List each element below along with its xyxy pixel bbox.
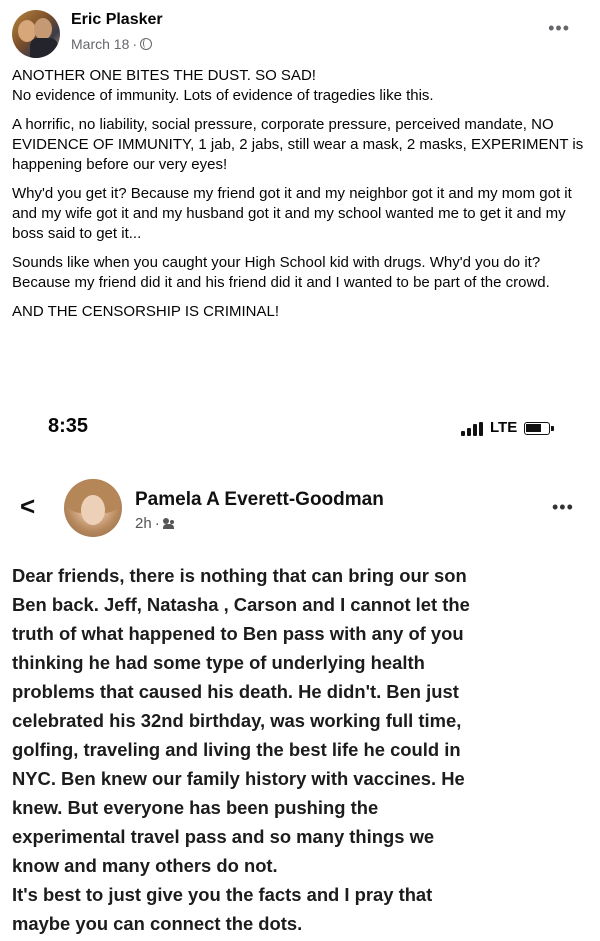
embedded-screenshot[interactable]: 8:35 LTE < Pamela A Everett-Goodman 2h ·… — [0, 393, 600, 941]
inner-more-options-icon: ••• — [552, 497, 574, 517]
friends-icon — [162, 518, 176, 529]
more-options-icon[interactable]: ••• — [548, 18, 570, 39]
post-paragraph: AND THE CENSORSHIP IS CRIMINAL! — [12, 303, 279, 320]
author-name[interactable]: Eric Plasker — [71, 11, 163, 29]
inner-post-line: thinking he had some type of underlying … — [12, 652, 425, 673]
signal-bar — [467, 428, 471, 436]
inner-post-meta: 2h · — [135, 515, 176, 532]
status-bar-indicators: LTE — [461, 419, 555, 436]
signal-bar — [479, 422, 483, 436]
post-paragraph: ANOTHER ONE BITES THE DUST. SO SAD! No e… — [12, 67, 434, 104]
network-label: LTE — [490, 419, 518, 436]
author-avatar[interactable] — [12, 10, 60, 58]
inner-post-line: know and many others do not. — [12, 855, 278, 876]
meta-separator: · — [132, 36, 138, 52]
inner-post-line: knew. But everyone has been pushing the — [12, 797, 379, 818]
inner-post-line: maybe you can connect the dots. — [12, 913, 303, 934]
status-time: 8:35 — [48, 415, 89, 437]
post-paragraph: Why'd you get it? Because my friend got … — [12, 185, 572, 242]
back-icon: < — [20, 491, 36, 521]
inner-author-name: Pamela A Everett-Goodman — [135, 489, 384, 510]
inner-post-line: golfing, traveling and living the best l… — [12, 739, 461, 760]
inner-post-time: 2h — [135, 515, 152, 532]
post-header: Eric Plasker March 18 · ••• — [0, 0, 600, 62]
meta-separator: · — [154, 515, 160, 532]
signal-bar — [473, 424, 477, 436]
inner-post-line: problems that caused his death. He didn'… — [12, 681, 459, 702]
inner-post-text: Dear friends, there is nothing that can … — [12, 561, 598, 938]
signal-icon — [461, 422, 483, 436]
inner-post-line: NYC. Ben knew our family history with va… — [12, 768, 465, 789]
post-meta: March 18 · — [71, 36, 153, 52]
post-paragraph: Sounds like when you caught your High Sc… — [12, 254, 550, 291]
inner-post-line: truth of what happened to Ben pass with … — [12, 623, 464, 644]
post-paragraph: A horrific, no liability, social pressur… — [12, 116, 584, 173]
inner-post-line: celebrated his 32nd birthday, was workin… — [12, 710, 462, 731]
globe-icon — [140, 38, 153, 50]
inner-post-line: It's best to just give you the facts and… — [12, 884, 433, 905]
post-date[interactable]: March 18 — [71, 36, 129, 52]
signal-bar — [461, 431, 465, 436]
post-text: ANOTHER ONE BITES THE DUST. SO SAD! No e… — [12, 66, 588, 331]
inner-author-avatar — [64, 479, 122, 537]
inner-post-line: Dear friends, there is nothing that can … — [12, 565, 467, 586]
inner-post-line: Ben back. Jeff, Natasha , Carson and I c… — [12, 594, 470, 615]
battery-icon — [524, 422, 555, 435]
inner-post-line: experimental travel pass and so many thi… — [12, 826, 435, 847]
